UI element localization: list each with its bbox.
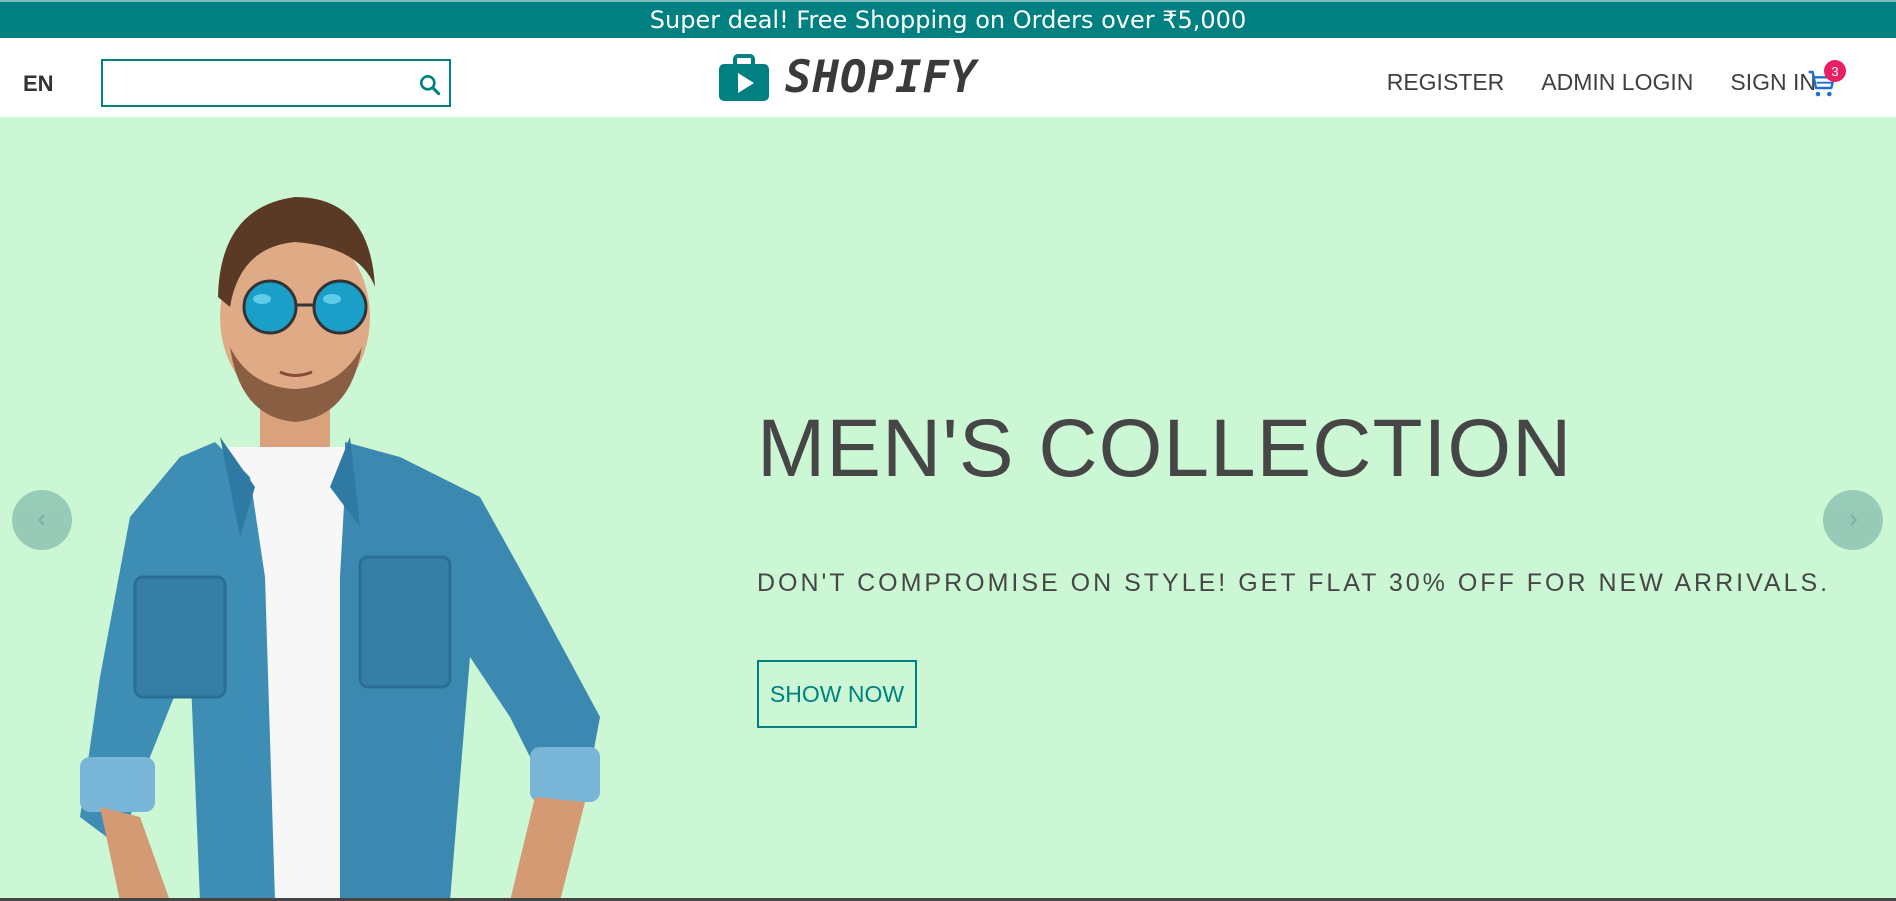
cart-count-badge: 3 (1824, 60, 1846, 82)
language-selector[interactable]: EN (23, 71, 54, 97)
hero-slider: MEN'S COLLECTION DON'T COMPROMISE ON STY… (0, 117, 1896, 901)
sign-in-link[interactable]: SIGN IN (1730, 69, 1816, 96)
next-slide-button[interactable] (1823, 490, 1883, 550)
admin-login-link[interactable]: ADMIN LOGIN (1541, 69, 1693, 96)
cart-button[interactable]: 3 (1806, 60, 1846, 104)
prev-slide-button[interactable] (12, 490, 72, 550)
hero-title: MEN'S COLLECTION (757, 403, 1573, 494)
search-box (101, 59, 451, 107)
register-link[interactable]: REGISTER (1387, 69, 1505, 96)
arrow-right-icon (1850, 514, 1858, 526)
search-icon[interactable] (417, 72, 443, 98)
hero-description: DON'T COMPROMISE ON STYLE! GET FLAT 30% … (757, 569, 1831, 597)
logo[interactable]: SHOPIFY (718, 52, 977, 103)
hero-model-image (80, 197, 600, 901)
announcement-text: Super deal! Free Shopping on Orders over… (649, 6, 1247, 34)
logo-text: SHOPIFY (785, 52, 978, 103)
announcement-bar: Super deal! Free Shopping on Orders over… (0, 0, 1896, 38)
arrow-left-icon (37, 514, 45, 526)
search-input[interactable] (107, 65, 411, 103)
shopping-bag-play-icon (719, 53, 769, 101)
nav-links: REGISTER ADMIN LOGIN SIGN IN (1387, 69, 1816, 96)
show-now-button[interactable]: SHOW NOW (757, 660, 917, 728)
navbar: EN SHOPIFY REGISTER ADMIN LOGIN SIGN IN … (0, 38, 1896, 117)
